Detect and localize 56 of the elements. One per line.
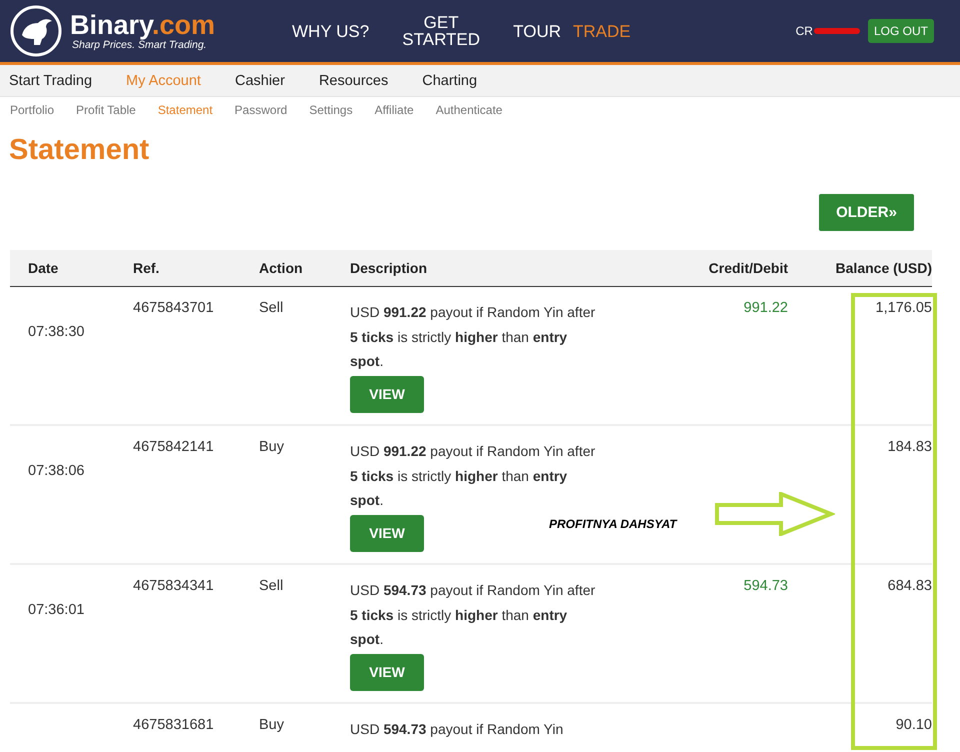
bull-logo-icon (10, 5, 62, 57)
column-header: Action (259, 260, 304, 276)
column-header: Ref. (133, 260, 160, 276)
column-header: Credit/Debit (708, 260, 788, 276)
table-cell: 1,176.05 (876, 300, 932, 316)
menu-tab[interactable]: Resources (318, 72, 388, 88)
view-button[interactable]: VIEW (350, 654, 424, 690)
nav-link[interactable]: TOUR (513, 22, 562, 40)
submenu-link[interactable]: Authenticate (436, 102, 502, 116)
brand-name[interactable]: Binary.com (70, 11, 216, 39)
page-title: Statement (9, 133, 150, 168)
table-cell: 4675831681 (133, 717, 214, 733)
older-button[interactable]: OLDER» (819, 194, 914, 231)
arrow-icon (715, 492, 835, 536)
table-cell: 684.83 (888, 578, 932, 594)
annotation-text: PROFITNYA DAHSYAT (549, 517, 677, 531)
column-header: Balance (USD) (834, 260, 932, 276)
menu-tab[interactable]: Start Trading (9, 72, 92, 88)
submenu-link[interactable]: Profit Table (76, 102, 136, 116)
table-cell: 90.10 (896, 717, 932, 733)
nav-link[interactable]: GET STARTED (401, 14, 482, 48)
menu-tab[interactable]: Charting (422, 72, 478, 88)
submenu-link[interactable]: Affiliate (374, 102, 414, 116)
column-header: Date (28, 260, 60, 276)
view-button[interactable]: VIEW (350, 376, 424, 412)
table-cell: Sell (259, 300, 284, 316)
menu-tab[interactable]: My Account (126, 72, 201, 88)
table-cell: 4675843701 (133, 300, 214, 316)
description-text: USD 594.73 payout if Random Yin after 5 ticks is strictly higher than entry spot. (350, 581, 596, 649)
submenu-link[interactable]: Password (234, 102, 288, 116)
nav-link[interactable]: TRADE (573, 22, 631, 40)
logout-button[interactable]: LOG OUT (868, 19, 934, 43)
submenu-link[interactable]: Statement (158, 102, 213, 116)
table-cell: 991.22 (744, 300, 788, 316)
table-cell: 07:36:01 (28, 602, 84, 618)
table-cell: 184.83 (888, 439, 932, 455)
table-cell: Buy (259, 439, 284, 455)
table-cell: 4675834341 (133, 578, 214, 594)
table-cell: 07:38:06 (28, 463, 84, 479)
description-text: USD 594.73 payout if Random Yin (350, 720, 564, 739)
view-button[interactable]: VIEW (350, 514, 424, 552)
submenu-link[interactable]: Portfolio (10, 102, 54, 116)
table-cell: 07:38:30 (28, 324, 84, 340)
submenu-link[interactable]: Settings (309, 102, 353, 116)
scribble-mark (814, 28, 860, 34)
tagline: Sharp Prices. Smart Trading. (72, 39, 208, 51)
description-text: USD 991.22 payout if Random Yin after 5 ticks is strictly higher than entry spot. (350, 303, 596, 371)
table-cell: 594.73 (744, 578, 788, 594)
column-header: Description (350, 260, 428, 276)
table-cell: Buy (259, 717, 284, 733)
description-text: USD 991.22 payout if Random Yin after 5 ticks is strictly higher than entry spot. (350, 442, 596, 510)
menu-tab[interactable]: Cashier (234, 72, 285, 88)
table-cell: Sell (259, 578, 284, 594)
table-cell: 4675842141 (133, 439, 214, 455)
nav-link[interactable]: WHY US? (292, 22, 370, 40)
account-id: CR (796, 24, 813, 38)
